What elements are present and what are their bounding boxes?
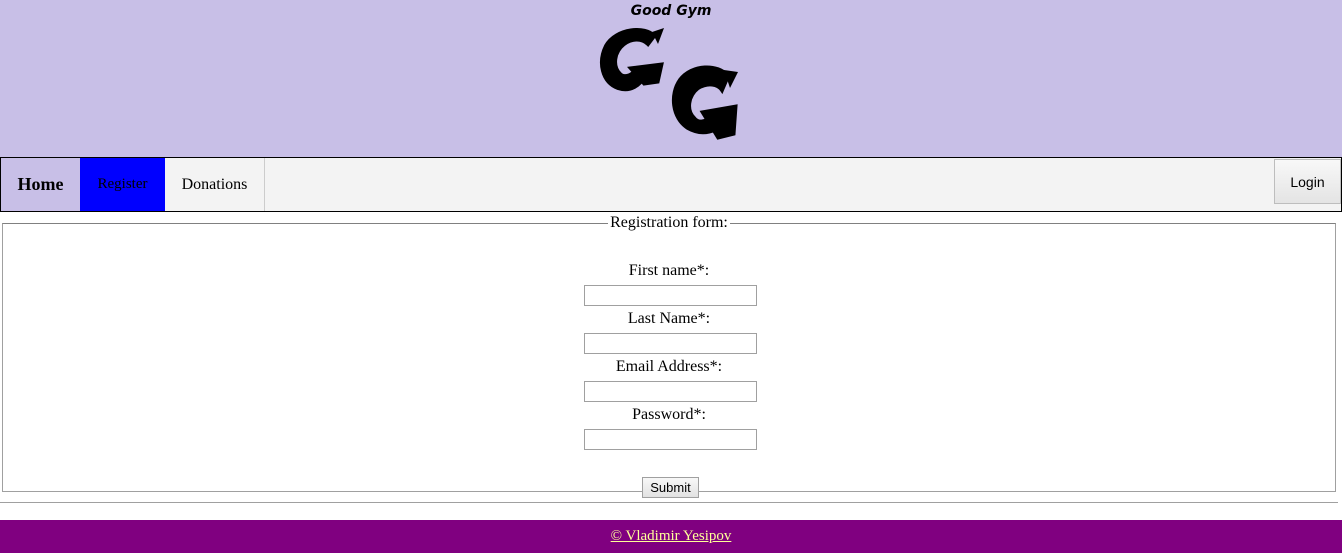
first-name-input[interactable] <box>584 285 757 306</box>
site-name: Good Gym <box>630 3 712 19</box>
site-header: Good Gym <box>0 0 1342 157</box>
password-input[interactable] <box>584 429 757 450</box>
registration-form: Registration form: First name*: Last Nam… <box>2 214 1336 498</box>
form-legend: Registration form: <box>610 214 728 231</box>
last-name-label: Last Name*: <box>627 310 711 327</box>
email-input[interactable] <box>584 381 757 402</box>
submit-button[interactable]: Submit <box>642 477 699 498</box>
nav-item-home[interactable]: Home <box>1 158 80 211</box>
first-name-label: First name*: <box>628 262 710 279</box>
email-label: Email Address*: <box>615 358 723 375</box>
login-button[interactable]: Login <box>1274 159 1341 204</box>
nav-item-donations[interactable]: Donations <box>165 158 265 211</box>
gg-logo-icon <box>596 24 746 151</box>
site-footer: © Vladimir Yesipov <box>0 520 1342 553</box>
footer-copyright-link[interactable]: © Vladimir Yesipov <box>0 528 1342 545</box>
nav-item-register[interactable]: Register <box>80 158 165 211</box>
last-name-input[interactable] <box>584 333 757 354</box>
password-label: Password*: <box>632 406 706 423</box>
divider <box>0 502 1338 503</box>
main-nav: Home Register Donations Login <box>0 157 1342 212</box>
